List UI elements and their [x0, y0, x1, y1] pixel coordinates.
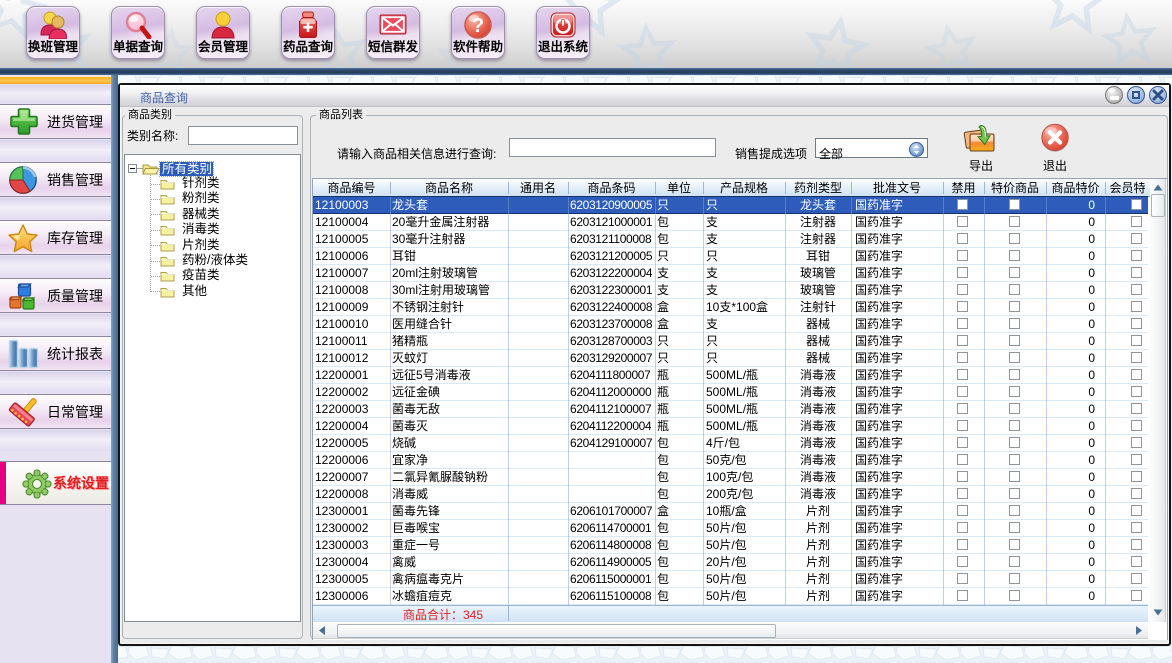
svg-text:?: ? [472, 15, 484, 37]
